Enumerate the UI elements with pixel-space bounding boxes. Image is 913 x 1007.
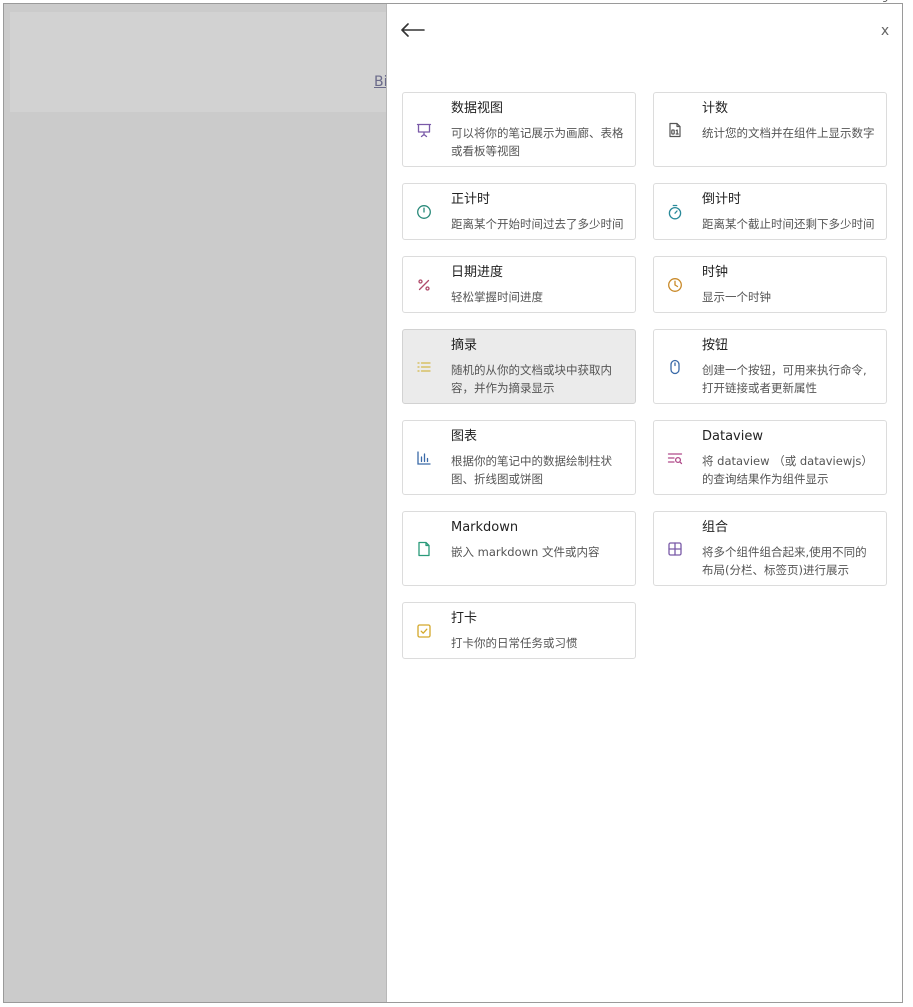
widget-title: 摘录 bbox=[451, 338, 478, 353]
widget-desc: 可以将你的笔记展示为画廊、表格或看板等视图 bbox=[451, 126, 624, 158]
widget-card-chart[interactable]: 图表 根据你的笔记中的数据绘制柱状图、折线图或饼图 bbox=[402, 420, 636, 495]
widget-card-dataview-view[interactable]: 数据视图 可以将你的笔记展示为画廊、表格或看板等视图 bbox=[402, 92, 636, 167]
widget-desc: 轻松掌握时间进度 bbox=[451, 290, 543, 304]
widget-card-excerpt[interactable]: 摘录 随机的从你的文档或块中获取内容，并作为摘录显示 bbox=[402, 329, 636, 404]
widget-title: Dataview bbox=[702, 429, 763, 444]
widget-desc: 打卡你的日常任务或习惯 bbox=[451, 636, 578, 650]
list-icon bbox=[415, 358, 433, 376]
widget-desc: 创建一个按钮，可用来执行命令,打开链接或者更新属性 bbox=[702, 363, 867, 395]
mouse-icon bbox=[666, 358, 684, 376]
widget-card-checkin[interactable]: 打卡 打卡你的日常任务或习惯 bbox=[402, 602, 636, 659]
back-button[interactable] bbox=[397, 14, 429, 46]
presentation-icon bbox=[415, 121, 433, 139]
widget-title: 时钟 bbox=[702, 265, 729, 280]
arrow-left-icon bbox=[401, 23, 425, 37]
close-button[interactable]: x bbox=[875, 21, 895, 41]
widget-card-date-progress[interactable]: 日期进度 轻松掌握时间进度 bbox=[402, 256, 636, 313]
widget-desc: 统计您的文档并在组件上显示数字 bbox=[702, 126, 875, 140]
widget-card-button[interactable]: 按钮 创建一个按钮，可用来执行命令,打开链接或者更新属性 bbox=[653, 329, 887, 404]
widget-grid: 数据视图 可以将你的笔记展示为画廊、表格或看板等视图 计数 统计您的文档并在组件… bbox=[402, 92, 887, 659]
widget-desc: 随机的从你的文档或块中获取内容，并作为摘录显示 bbox=[451, 363, 612, 395]
file-icon bbox=[415, 540, 433, 558]
widget-desc: 显示一个时钟 bbox=[702, 290, 771, 304]
percent-icon bbox=[415, 276, 433, 294]
widget-desc: 距离某个开始时间过去了多少时间 bbox=[451, 217, 624, 231]
timer-icon bbox=[666, 203, 684, 221]
widget-card-count-up[interactable]: 正计时 距离某个开始时间过去了多少时间 bbox=[402, 183, 636, 240]
widget-picker-panel: x 数据视图 可以将你的笔记展示为画廊、表格或看板等视图 计数 统计您的文档并在… bbox=[386, 4, 902, 1002]
widget-card-count[interactable]: 计数 统计您的文档并在组件上显示数字 bbox=[653, 92, 887, 167]
widget-title: 计数 bbox=[702, 101, 729, 116]
widget-card-clock[interactable]: 时钟 显示一个时钟 bbox=[653, 256, 887, 313]
widget-desc: 将多个组件组合起来,使用不同的布局(分栏、标签页)进行展示 bbox=[702, 545, 867, 577]
file-digit-icon bbox=[666, 121, 684, 139]
bar-chart-icon bbox=[415, 449, 433, 467]
widget-title: 日期进度 bbox=[451, 265, 504, 280]
grid-icon bbox=[666, 540, 684, 558]
background-header bbox=[10, 12, 392, 112]
widget-card-markdown[interactable]: Markdown 嵌入 markdown 文件或内容 bbox=[402, 511, 636, 586]
check-square-icon bbox=[415, 622, 433, 640]
text-search-icon bbox=[666, 449, 684, 467]
widget-title: 倒计时 bbox=[702, 192, 742, 207]
widget-title: 图表 bbox=[451, 429, 478, 444]
widget-desc: 根据你的笔记中的数据绘制柱状图、折线图或饼图 bbox=[451, 454, 612, 486]
widget-title: 按钮 bbox=[702, 338, 729, 353]
widget-card-dataview[interactable]: Dataview 将 dataview （或 dataviewjs）的查询结果作… bbox=[653, 420, 887, 495]
clock-icon bbox=[666, 276, 684, 294]
app-window: Bi x 数据视图 可以将你的笔记展示为画廊、表格或看板等视图 计数 统计您的文… bbox=[3, 3, 903, 1003]
widget-desc: 嵌入 markdown 文件或内容 bbox=[451, 545, 600, 559]
widget-title: 数据视图 bbox=[451, 101, 504, 116]
widget-title: 正计时 bbox=[451, 192, 491, 207]
corner-mark: 9 bbox=[882, 0, 888, 5]
clock-up-icon bbox=[415, 203, 433, 221]
widget-title: Markdown bbox=[451, 520, 519, 535]
widget-card-countdown[interactable]: 倒计时 距离某个截止时间还剩下多少时间 bbox=[653, 183, 887, 240]
widget-desc: 距离某个截止时间还剩下多少时间 bbox=[702, 217, 875, 231]
widget-card-group[interactable]: 组合 将多个组件组合起来,使用不同的布局(分栏、标签页)进行展示 bbox=[653, 511, 887, 586]
widget-title: 组合 bbox=[702, 520, 729, 535]
widget-desc: 将 dataview （或 dataviewjs）的查询结果作为组件显示 bbox=[702, 454, 873, 486]
widget-title: 打卡 bbox=[451, 611, 478, 626]
